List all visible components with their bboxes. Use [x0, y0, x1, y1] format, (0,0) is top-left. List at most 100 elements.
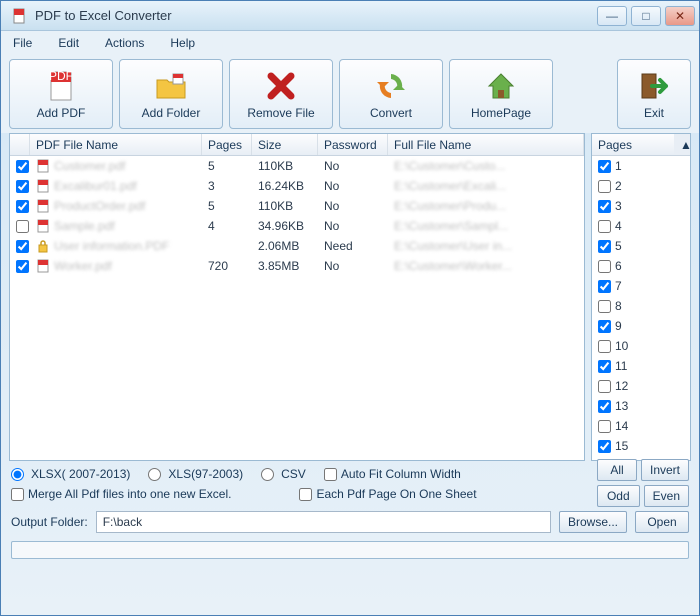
page-checkbox[interactable]: [598, 420, 611, 433]
page-checkbox[interactable]: [598, 280, 611, 293]
col-fullname[interactable]: Full File Name: [388, 134, 584, 155]
page-row[interactable]: 9: [592, 316, 690, 336]
format-csv-radio[interactable]: CSV: [261, 467, 306, 481]
page-row[interactable]: 11: [592, 356, 690, 376]
open-button[interactable]: Open: [635, 511, 689, 533]
col-password[interactable]: Password: [318, 134, 388, 155]
remove-file-button[interactable]: Remove File: [229, 59, 333, 129]
menu-actions[interactable]: Actions: [101, 34, 148, 52]
table-row[interactable]: Sample.pdf434.96KBNoE:\Customer\Sampl...: [10, 216, 584, 236]
page-checkbox[interactable]: [598, 220, 611, 233]
titlebar: PDF to Excel Converter — □ ✕: [1, 1, 699, 31]
page-number: 5: [615, 239, 622, 253]
add-pdf-label: Add PDF: [37, 106, 86, 120]
page-number: 8: [615, 299, 622, 313]
page-row[interactable]: 7: [592, 276, 690, 296]
close-button[interactable]: ✕: [665, 6, 695, 26]
menubar: File Edit Actions Help: [1, 31, 699, 55]
menu-help[interactable]: Help: [166, 34, 199, 52]
page-row[interactable]: 15: [592, 436, 690, 456]
page-row[interactable]: 3: [592, 196, 690, 216]
row-checkbox[interactable]: [16, 180, 29, 193]
page-number: 4: [615, 219, 622, 233]
page-rows: 123456789101112131415: [592, 156, 690, 460]
minimize-button[interactable]: —: [597, 6, 627, 26]
page-checkbox[interactable]: [598, 240, 611, 253]
add-folder-label: Add Folder: [142, 106, 201, 120]
page-checkbox[interactable]: [598, 180, 611, 193]
page-checkbox[interactable]: [598, 400, 611, 413]
page-row[interactable]: 1: [592, 156, 690, 176]
page-row[interactable]: 2: [592, 176, 690, 196]
page-row[interactable]: 6: [592, 256, 690, 276]
format-xlsx-radio[interactable]: XLSX( 2007-2013): [11, 467, 130, 481]
options-panel: XLSX( 2007-2013) XLS(97-2003) CSV Auto F…: [1, 461, 699, 507]
page-row[interactable]: 5: [592, 236, 690, 256]
page-checkbox[interactable]: [598, 320, 611, 333]
browse-button[interactable]: Browse...: [559, 511, 627, 533]
page-checkbox[interactable]: [598, 300, 611, 313]
col-pages[interactable]: Pages: [202, 134, 252, 155]
file-fullpath: E:\Customer\Produ...: [394, 199, 506, 213]
pages-header[interactable]: Pages: [592, 134, 674, 155]
file-pages: 5: [202, 156, 252, 176]
homepage-button[interactable]: HomePage: [449, 59, 553, 129]
page-select-buttons: All Invert Odd Even: [597, 459, 689, 507]
file-password: No: [318, 176, 388, 196]
exit-button[interactable]: Exit: [617, 59, 691, 129]
format-xls-radio[interactable]: XLS(97-2003): [148, 467, 243, 481]
col-name[interactable]: PDF File Name: [30, 134, 202, 155]
progress-bar: [11, 541, 689, 559]
toolbar: PDF Add PDF Add Folder Remove File Conve…: [1, 55, 699, 133]
page-row[interactable]: 14: [592, 416, 690, 436]
output-folder-input[interactable]: [96, 511, 551, 533]
add-folder-button[interactable]: Add Folder: [119, 59, 223, 129]
page-checkbox[interactable]: [598, 200, 611, 213]
row-checkbox[interactable]: [16, 200, 29, 213]
convert-button[interactable]: Convert: [339, 59, 443, 129]
page-checkbox[interactable]: [598, 380, 611, 393]
page-row[interactable]: 12: [592, 376, 690, 396]
odd-button[interactable]: Odd: [597, 485, 640, 507]
table-row[interactable]: ProductOrder.pdf5110KBNoE:\Customer\Prod…: [10, 196, 584, 216]
menu-edit[interactable]: Edit: [54, 34, 83, 52]
table-row[interactable]: User information.PDF2.06MBNeedE:\Custome…: [10, 236, 584, 256]
table-row[interactable]: Customer.pdf5110KBNoE:\Customer\Custo...: [10, 156, 584, 176]
page-checkbox[interactable]: [598, 160, 611, 173]
page-checkbox[interactable]: [598, 340, 611, 353]
even-button[interactable]: Even: [644, 485, 689, 507]
menu-file[interactable]: File: [9, 34, 36, 52]
row-checkbox[interactable]: [16, 160, 29, 173]
page-checkbox[interactable]: [598, 260, 611, 273]
app-icon: [11, 7, 29, 25]
table-row[interactable]: Excalibur01.pdf316.24KBNoE:\Customer\Exc…: [10, 176, 584, 196]
row-checkbox[interactable]: [16, 240, 29, 253]
page-row[interactable]: 10: [592, 336, 690, 356]
app-window: PDF to Excel Converter — □ ✕ File Edit A…: [0, 0, 700, 616]
row-checkbox[interactable]: [16, 260, 29, 273]
file-fullpath: E:\Customer\Excali...: [394, 179, 506, 193]
page-row[interactable]: 13: [592, 396, 690, 416]
maximize-button[interactable]: □: [631, 6, 661, 26]
page-row[interactable]: 8: [592, 296, 690, 316]
autofit-checkbox[interactable]: Auto Fit Column Width: [324, 467, 461, 481]
eachpage-checkbox[interactable]: Each Pdf Page On One Sheet: [299, 487, 476, 501]
page-row[interactable]: 4: [592, 216, 690, 236]
page-checkbox[interactable]: [598, 440, 611, 453]
invert-button[interactable]: Invert: [641, 459, 689, 481]
window-title: PDF to Excel Converter: [35, 8, 597, 23]
page-checkbox[interactable]: [598, 360, 611, 373]
file-size: 110KB: [252, 196, 318, 216]
file-list-header: PDF File Name Pages Size Password Full F…: [10, 134, 584, 156]
add-pdf-button[interactable]: PDF Add PDF: [9, 59, 113, 129]
row-checkbox[interactable]: [16, 220, 29, 233]
file-name: ProductOrder.pdf: [54, 199, 145, 213]
all-button[interactable]: All: [597, 459, 637, 481]
merge-checkbox[interactable]: Merge All Pdf files into one new Excel.: [11, 487, 231, 501]
page-number: 10: [615, 339, 628, 353]
file-name: User information.PDF: [54, 239, 169, 253]
table-row[interactable]: Worker.pdf7203.85MBNoE:\Customer\Worker.…: [10, 256, 584, 276]
page-number: 9: [615, 319, 622, 333]
col-size[interactable]: Size: [252, 134, 318, 155]
page-number: 11: [615, 359, 627, 373]
